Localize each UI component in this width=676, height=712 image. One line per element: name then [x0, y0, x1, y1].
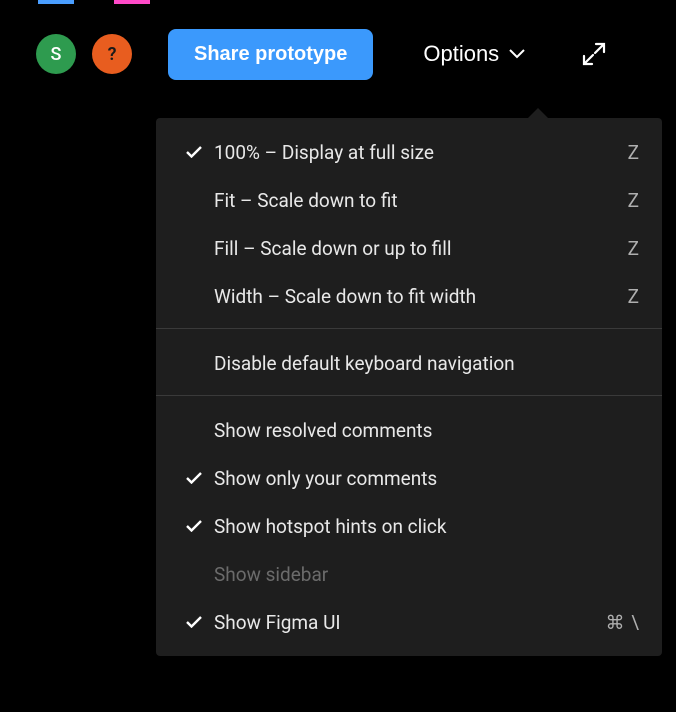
menu-item-label: Show sidebar	[214, 563, 640, 586]
check-icon	[174, 146, 214, 158]
chevron-down-icon	[509, 49, 525, 59]
options-button-label: Options	[423, 41, 499, 67]
menu-item-label: Show hotspot hints on click	[214, 515, 640, 538]
expand-icon	[581, 41, 607, 67]
avatar-initial: S	[51, 44, 62, 65]
check-icon	[174, 616, 214, 628]
check-icon	[174, 520, 214, 532]
menu-item[interactable]: Fill – Scale down or up to fillZ	[156, 224, 662, 272]
menu-item[interactable]: Show Figma UI⌘ \	[156, 598, 662, 646]
menu-item-shortcut: Z	[628, 285, 640, 308]
menu-item-label: Show Figma UI	[214, 611, 605, 634]
menu-group: Show resolved comments Show only your com…	[156, 406, 662, 646]
options-button[interactable]: Options	[423, 41, 525, 67]
menu-item[interactable]: Fit – Scale down to fitZ	[156, 176, 662, 224]
help-symbol: ?	[108, 44, 117, 65]
menu-item: Show sidebar	[156, 550, 662, 598]
share-prototype-button[interactable]: Share prototype	[168, 29, 373, 80]
menu-item-shortcut: ⌘ \	[605, 611, 640, 634]
user-avatar[interactable]: S	[36, 34, 76, 74]
help-avatar[interactable]: ?	[92, 34, 132, 74]
menu-item-label: 100% – Display at full size	[214, 141, 628, 164]
menu-item[interactable]: 100% – Display at full sizeZ	[156, 128, 662, 176]
menu-separator	[156, 328, 662, 329]
page-tab-indicator[interactable]	[38, 0, 74, 4]
fullscreen-button[interactable]	[577, 37, 611, 71]
menu-item[interactable]: Width – Scale down to fit widthZ	[156, 272, 662, 320]
menu-item[interactable]: Show hotspot hints on click	[156, 502, 662, 550]
check-icon	[174, 472, 214, 484]
menu-item-label: Show resolved comments	[214, 419, 640, 442]
share-button-label: Share prototype	[194, 43, 347, 65]
menu-item-label: Show only your comments	[214, 467, 640, 490]
menu-item-label: Fill – Scale down or up to fill	[214, 237, 628, 260]
menu-item-shortcut: Z	[628, 237, 640, 260]
menu-item-label: Fit – Scale down to fit	[214, 189, 628, 212]
menu-separator	[156, 395, 662, 396]
menu-group: Disable default keyboard navigation	[156, 339, 662, 387]
prototype-toolbar: S ? Share prototype Options	[0, 28, 676, 80]
page-tab-indicator[interactable]	[114, 0, 150, 4]
options-dropdown: 100% – Display at full sizeZFit – Scale …	[156, 118, 662, 656]
menu-item[interactable]: Show resolved comments	[156, 406, 662, 454]
menu-item-shortcut: Z	[628, 189, 640, 212]
menu-item[interactable]: Disable default keyboard navigation	[156, 339, 662, 387]
menu-item-label: Width – Scale down to fit width	[214, 285, 628, 308]
menu-item-shortcut: Z	[628, 141, 640, 164]
menu-group: 100% – Display at full sizeZFit – Scale …	[156, 128, 662, 320]
menu-item[interactable]: Show only your comments	[156, 454, 662, 502]
menu-item-label: Disable default keyboard navigation	[214, 352, 640, 375]
